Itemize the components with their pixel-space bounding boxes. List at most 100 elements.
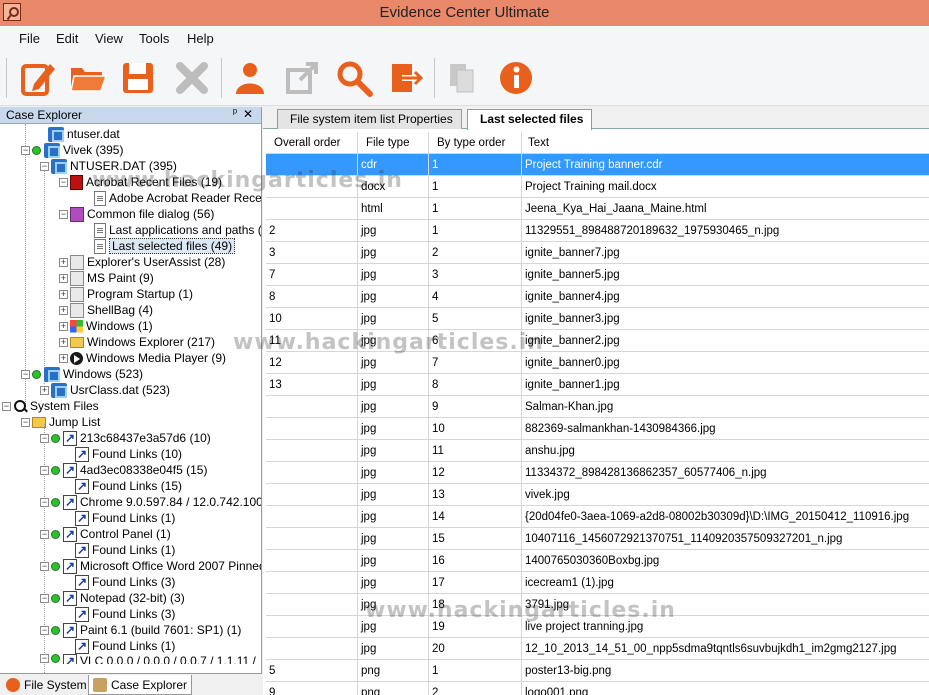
collapse-icon[interactable]: − [21, 145, 30, 155]
collapse-icon[interactable]: − [40, 625, 49, 635]
column-header-by-type-order[interactable]: By type order [429, 132, 522, 154]
menu-view[interactable]: View [95, 31, 123, 46]
table-row[interactable]: html 1 Jeena_Kya_Hai_Jaana_Maine.html [266, 198, 929, 220]
table-row[interactable]: jpg 18 3791.jpg [266, 594, 929, 616]
expand-icon[interactable]: + [59, 353, 68, 363]
delete-icon[interactable] [170, 56, 214, 100]
tree-node[interactable]: Last applications and paths (7) [94, 222, 261, 238]
table-row[interactable]: jpg 20 12_10_2013_14_51_00_npp5sdma9tqntls… [266, 638, 929, 660]
menu-file[interactable]: File [19, 31, 40, 46]
menu-edit[interactable]: Edit [56, 31, 78, 46]
table-row[interactable]: 3 jpg 2 ignite_banner7.jpg [266, 242, 929, 264]
collapse-icon[interactable]: − [59, 209, 68, 219]
tab-case-explorer[interactable]: Case Explorer [88, 675, 193, 695]
open-folder-icon[interactable] [66, 56, 110, 100]
tree-node[interactable]: − Jump List [21, 414, 100, 430]
info-icon[interactable] [494, 56, 538, 100]
collapse-icon[interactable]: − [40, 161, 49, 171]
table-row[interactable]: 8 jpg 4 ignite_banner4.jpg [266, 286, 929, 308]
tree-node[interactable]: −VLC 0.0.0 / 0.0.0 / 0.0.7 / 1.1.11 / [40, 654, 256, 664]
tree-node[interactable]: Found Links (1) [75, 638, 175, 654]
tree-node[interactable]: − Acrobat Recent Files (19) [59, 174, 222, 190]
exit-icon[interactable] [384, 56, 428, 100]
tree-node[interactable]: + Windows (1) [59, 318, 153, 334]
user-icon[interactable] [228, 56, 272, 100]
tree-node[interactable]: + Windows Media Player (9) [59, 350, 226, 366]
table-row[interactable]: 10 jpg 5 ignite_banner3.jpg [266, 308, 929, 330]
tree-node[interactable]: −Microsoft Office Word 2007 Pinned [40, 558, 261, 574]
tab-file-system-item-list[interactable]: File system item list Properties [277, 109, 462, 129]
collapse-icon[interactable]: − [21, 417, 30, 427]
tree-node[interactable]: + Program Startup (1) [59, 286, 193, 302]
collapse-icon[interactable]: − [40, 433, 49, 443]
table-row[interactable]: 5 png 1 poster13-big.png [266, 660, 929, 682]
tree-node[interactable]: ntuser.dat [48, 126, 120, 142]
expand-icon[interactable]: + [59, 321, 68, 331]
tree-node[interactable]: + Windows Explorer (217) [59, 334, 215, 350]
collapse-icon[interactable]: − [40, 529, 49, 539]
table-row[interactable]: jpg 14 {20d04fe0-3aea-1069-a2d8-08002b3030… [266, 506, 929, 528]
tree-node[interactable]: Found Links (3) [75, 574, 175, 590]
table-row[interactable]: jpg 16 1400765030360Boxbg.jpg [266, 550, 929, 572]
expand-icon[interactable]: + [59, 257, 68, 267]
tree-node[interactable]: Found Links (15) [75, 478, 182, 494]
expand-icon[interactable]: + [59, 305, 68, 315]
pin-icon[interactable]: ᵖ [233, 107, 237, 119]
copy-icon[interactable] [440, 56, 484, 100]
tree-node[interactable]: −4ad3ec08338e04f5 (15) [40, 462, 207, 478]
tree-node[interactable]: Found Links (1) [75, 542, 175, 558]
tab-last-selected-files[interactable]: Last selected files [467, 109, 593, 130]
collapse-icon[interactable]: − [40, 654, 49, 663]
save-icon[interactable] [116, 56, 160, 100]
close-panel-icon[interactable]: ✕ [243, 107, 253, 121]
expand-icon[interactable]: + [40, 385, 49, 395]
tree-node-selected[interactable]: Last selected files (49) [94, 238, 236, 254]
tree-node[interactable]: Found Links (1) [75, 510, 175, 526]
tree-node[interactable]: −Chrome 9.0.597.84 / 12.0.742.100 / [40, 494, 261, 510]
tree-node[interactable]: Found Links (10) [75, 446, 182, 462]
table-row[interactable]: 12 jpg 7 ignite_banner0.jpg [266, 352, 929, 374]
tree-node[interactable]: − NTUSER.DAT (395) [40, 158, 177, 174]
collapse-icon[interactable]: − [2, 401, 11, 411]
edit-icon[interactable] [16, 56, 60, 100]
search-icon[interactable] [332, 56, 376, 100]
tab-file-system[interactable]: File System [2, 675, 91, 695]
tree-node[interactable]: + ShellBag (4) [59, 302, 153, 318]
table-row[interactable]: jpg 15 10407116_1456072921370751_114092035… [266, 528, 929, 550]
expand-icon[interactable]: + [59, 289, 68, 299]
table-row[interactable]: 2 jpg 1 11329551_898488720189632_1975930465… [266, 220, 929, 242]
tree-node[interactable]: −Control Panel (1) [40, 526, 171, 542]
column-header-overall-order[interactable]: Overall order [266, 132, 358, 154]
tree-node[interactable]: −213c68437e3a57d6 (10) [40, 430, 211, 446]
tree-node[interactable]: − Common file dialog (56) [59, 206, 214, 222]
export-icon[interactable] [280, 56, 324, 100]
tree-node[interactable]: Adobe Acrobat Reader Recent [94, 190, 261, 206]
tree-node[interactable]: + MS Paint (9) [59, 270, 154, 286]
table-row[interactable]: 7 jpg 3 ignite_banner5.jpg [266, 264, 929, 286]
table-row[interactable]: jpg 10 882369-salmankhan-1430984366.jpg [266, 418, 929, 440]
tree-node[interactable]: + UsrClass.dat (523) [40, 382, 170, 398]
collapse-icon[interactable]: − [40, 497, 49, 507]
tree-node[interactable]: −Notepad (32-bit) (3) [40, 590, 185, 606]
table-row[interactable]: 13 jpg 8 ignite_banner1.jpg [266, 374, 929, 396]
tree-node[interactable]: Found Links (3) [75, 606, 175, 622]
table-row[interactable]: jpg 19 live project tranning.jpg [266, 616, 929, 638]
collapse-icon[interactable]: − [59, 177, 68, 187]
table-row[interactable]: 11 jpg 6 ignite_banner2.jpg [266, 330, 929, 352]
menu-tools[interactable]: Tools [139, 31, 169, 46]
collapse-icon[interactable]: − [21, 369, 30, 379]
table-row[interactable]: jpg 11 anshu.jpg [266, 440, 929, 462]
table-row[interactable]: jpg 12 11334372_898428136862357_60577406_n… [266, 462, 929, 484]
table-row[interactable]: jpg 17 icecream1 (1).jpg [266, 572, 929, 594]
collapse-icon[interactable]: − [40, 593, 49, 603]
table-row[interactable]: jpg 9 Salman-Khan.jpg [266, 396, 929, 418]
table-row[interactable]: docx 1 Project Training mail.docx [266, 176, 929, 198]
menu-help[interactable]: Help [187, 31, 214, 46]
table-row[interactable]: jpg 13 vivek.jpg [266, 484, 929, 506]
tree-node[interactable]: − Vivek (395) [21, 142, 123, 158]
table-row[interactable]: 9 png 2 logo001.png [266, 682, 929, 695]
table-row-selected[interactable]: cdr 1 Project Training banner.cdr [266, 154, 929, 176]
column-header-text[interactable]: Text [522, 132, 929, 154]
column-header-file-type[interactable]: File type [358, 132, 429, 154]
tree-node[interactable]: − System Files [2, 398, 99, 414]
